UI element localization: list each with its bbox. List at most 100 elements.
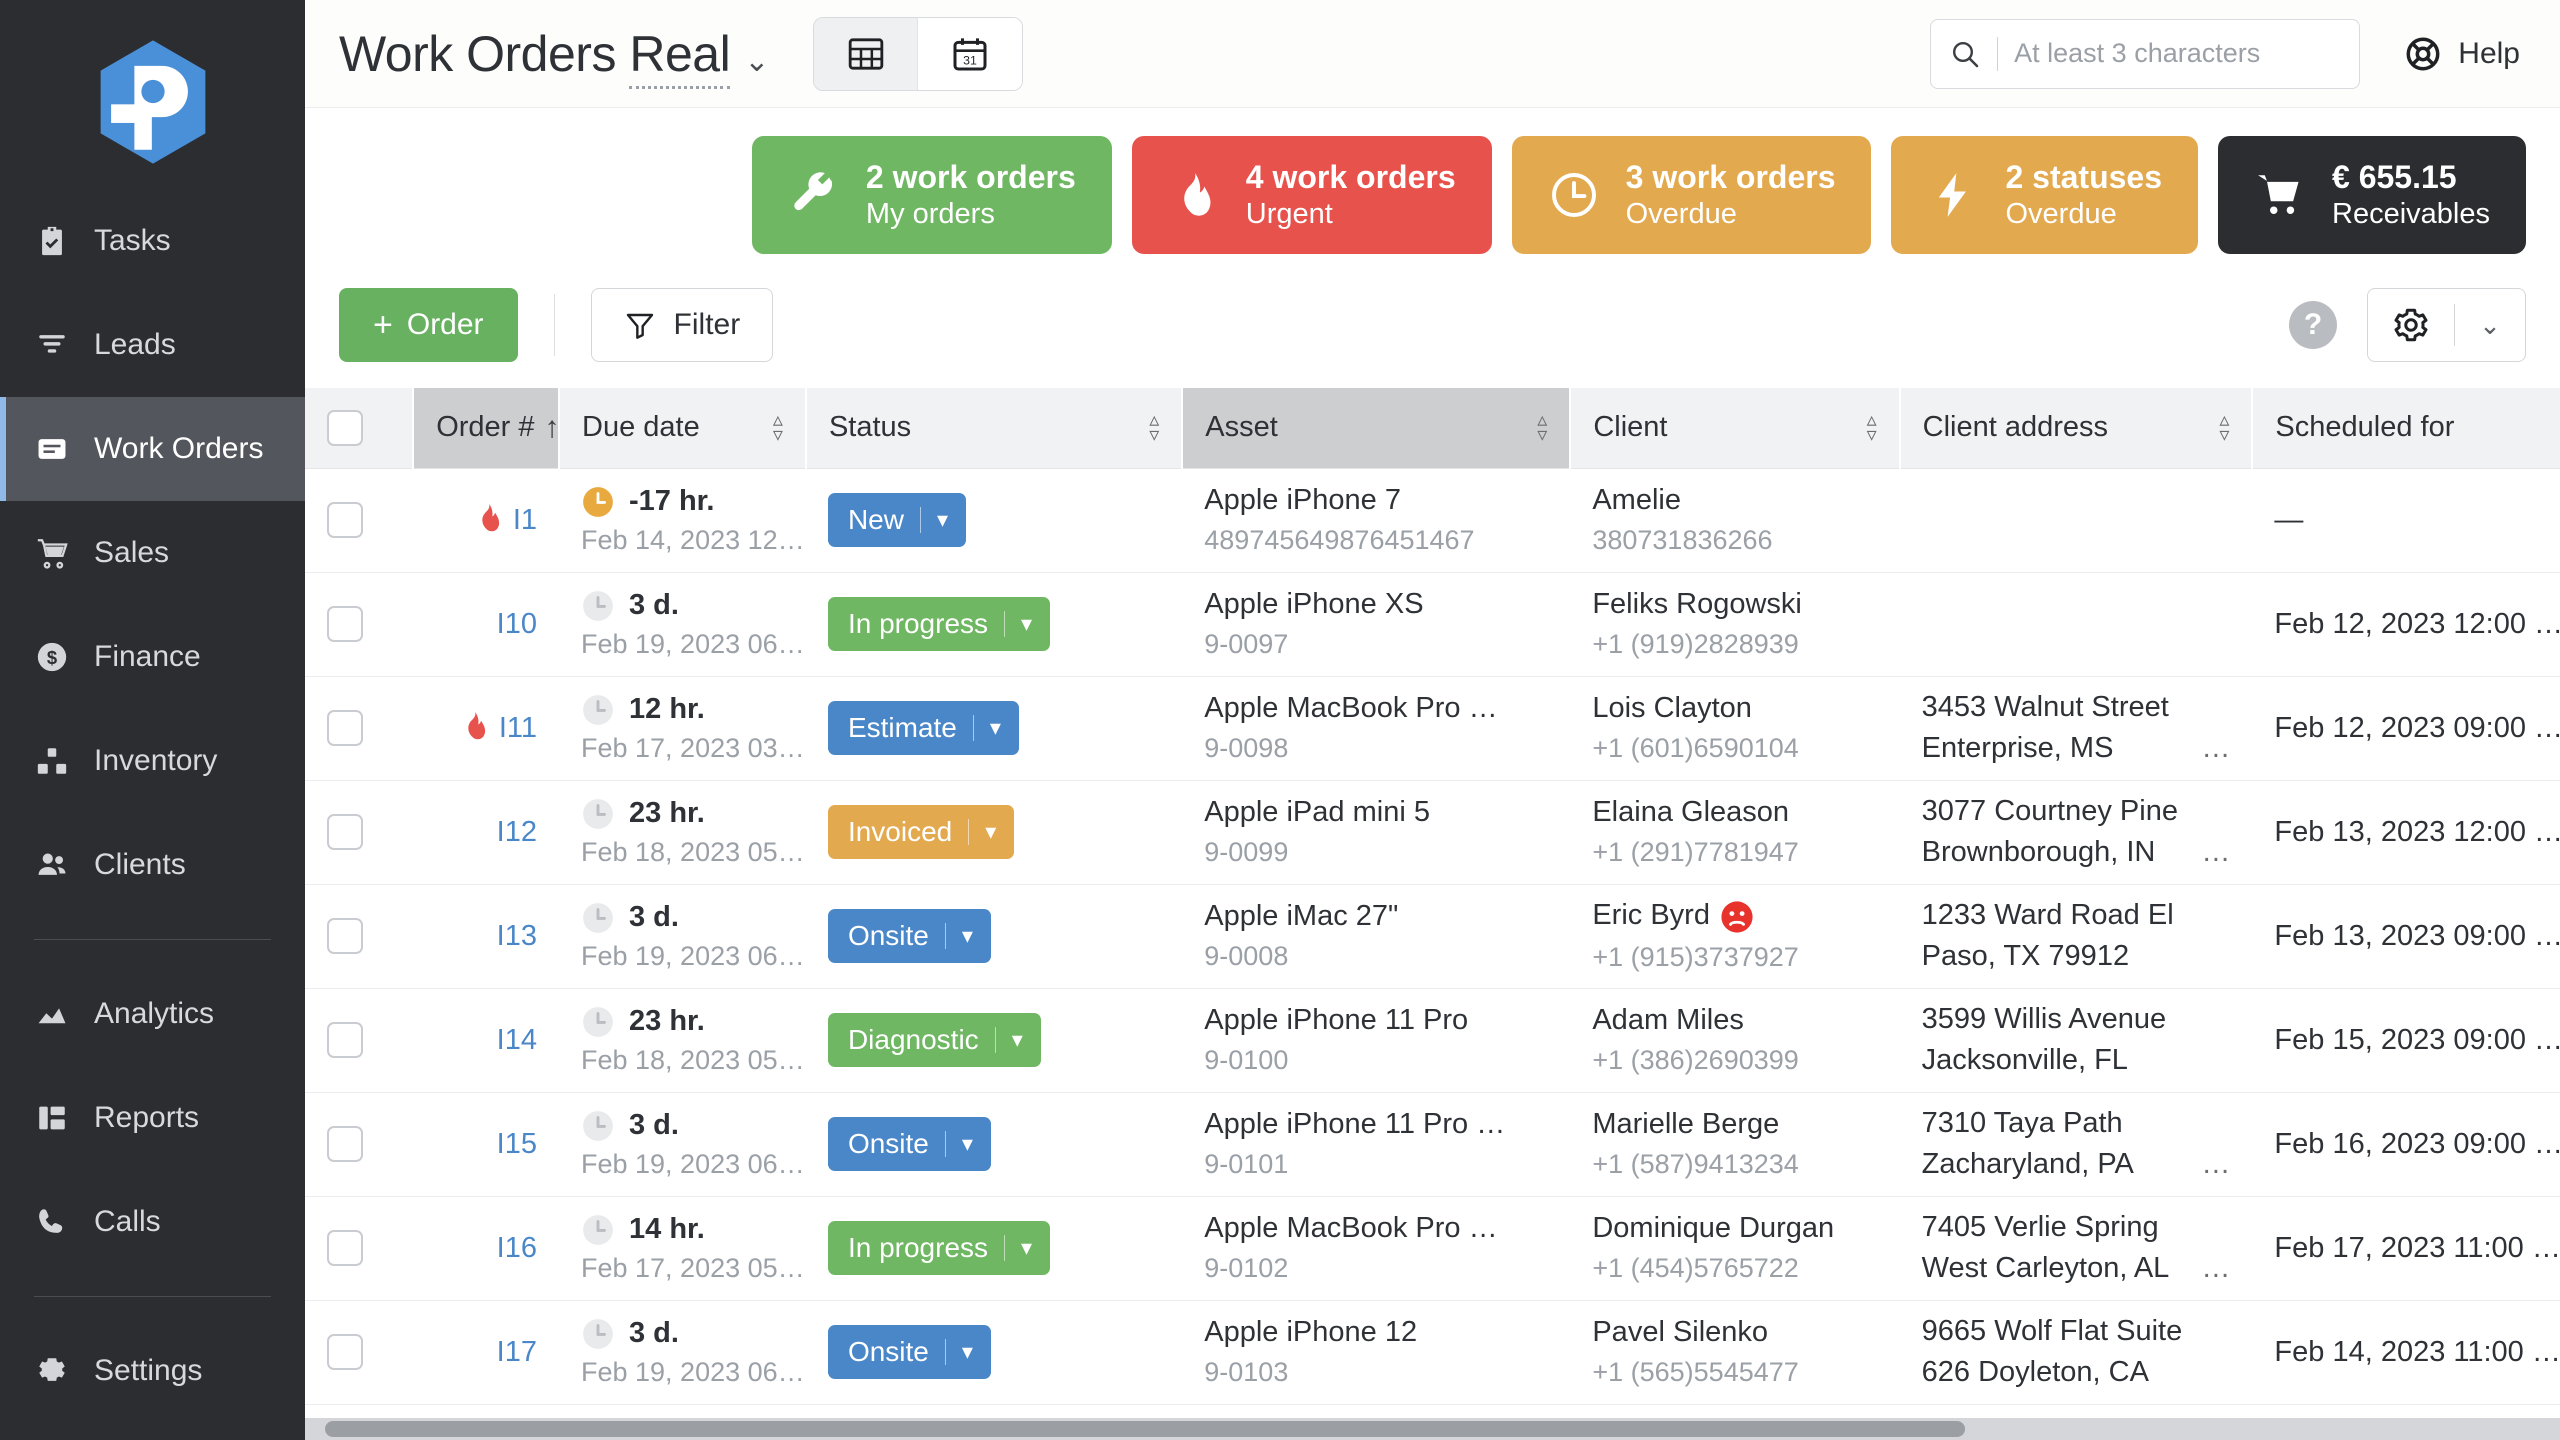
kpi-card-receivables[interactable]: € 655.15 Receivables <box>2218 136 2526 254</box>
column-header-scheduled-for[interactable]: Scheduled for▵▿ <box>2252 388 2560 469</box>
order-number-link[interactable]: I15 <box>497 1128 537 1161</box>
sidebar-item-sales[interactable]: Sales <box>0 501 305 605</box>
column-header-client-address[interactable]: Client address ▵ ▿ <box>1899 388 2254 469</box>
kpi-card-overdue-statuses[interactable]: 2 statuses Overdue <box>1891 136 2199 254</box>
row-checkbox-cell[interactable] <box>305 572 414 677</box>
table-row[interactable]: I10 3 d. Feb 19, 2023 06… In progress ▾ Apple… <box>305 572 2560 677</box>
status-badge[interactable]: In progress ▾ <box>827 597 1051 651</box>
order-number-link[interactable]: I1 <box>513 504 537 537</box>
add-order-button[interactable]: + Order <box>339 288 518 362</box>
chevron-down-icon[interactable]: ▾ <box>1012 1027 1041 1053</box>
view-calendar-button[interactable]: 31 <box>918 17 1023 90</box>
status-badge[interactable]: Estimate ▾ <box>827 701 1019 755</box>
chevron-down-icon[interactable]: ⌄ <box>744 46 769 77</box>
kpi-card-overdue-orders[interactable]: 3 work orders Overdue <box>1511 136 1872 254</box>
status-badge[interactable]: Onsite ▾ <box>827 1117 991 1171</box>
order-number-cell[interactable]: I14 <box>413 988 559 1093</box>
sidebar-item-calls[interactable]: Calls <box>0 1170 305 1274</box>
order-number-cell[interactable]: I1 <box>413 468 559 573</box>
row-checkbox-cell[interactable] <box>305 988 414 1093</box>
order-number-link[interactable]: I16 <box>497 1232 537 1265</box>
horizontal-scrollbar[interactable] <box>305 1418 2560 1440</box>
order-number-cell[interactable]: I16 <box>413 1196 559 1301</box>
view-table-button[interactable] <box>814 17 919 90</box>
status-cell[interactable]: Onsite ▾ <box>805 1092 1183 1197</box>
status-badge[interactable]: Invoiced ▾ <box>827 805 1015 859</box>
search-box[interactable] <box>1930 18 2361 89</box>
row-checkbox-cell[interactable] <box>305 468 414 573</box>
sidebar-item-settings[interactable]: Settings <box>0 1319 305 1423</box>
row-checkbox[interactable] <box>327 814 363 850</box>
status-cell[interactable]: In progress ▾ <box>805 572 1183 677</box>
table-row[interactable]: I17 3 d. Feb 19, 2023 06… Onsite ▾ Apple iPho… <box>305 1300 2560 1405</box>
row-checkbox-cell[interactable] <box>305 1300 414 1405</box>
table-row[interactable]: I16 14 hr. Feb 17, 2023 05… In progress ▾ App… <box>305 1196 2560 1301</box>
column-header-asset[interactable]: Asset ▵ ▿ <box>1182 388 1572 469</box>
filter-button[interactable]: Filter <box>590 288 774 362</box>
sidebar-item-work-orders[interactable]: Work Orders <box>0 397 305 501</box>
chevron-down-icon[interactable]: ▾ <box>962 923 991 949</box>
row-checkbox[interactable] <box>327 606 363 642</box>
order-number-cell[interactable]: I10 <box>413 572 559 677</box>
status-cell[interactable]: Invoiced ▾ <box>805 780 1183 885</box>
status-badge[interactable]: Onsite ▾ <box>827 909 991 963</box>
chevron-down-icon[interactable]: ▾ <box>990 715 1019 741</box>
app-logo[interactable] <box>0 14 305 189</box>
column-header-order[interactable]: Order # ↑ <box>413 388 560 469</box>
status-cell[interactable]: In progress ▾ <box>805 1196 1183 1301</box>
row-checkbox[interactable] <box>327 918 363 954</box>
status-cell[interactable]: New ▾ <box>805 468 1183 573</box>
order-number-link[interactable]: I11 <box>499 712 537 745</box>
scrollbar-thumb[interactable] <box>325 1421 1965 1437</box>
sidebar-item-clients[interactable]: Clients <box>0 813 305 917</box>
table-row[interactable]: I11 12 hr. Feb 17, 2023 03… Estimate ▾ Apple … <box>305 676 2560 781</box>
help-question-icon[interactable]: ? <box>2289 301 2337 349</box>
sidebar-item-leads[interactable]: Leads <box>0 293 305 397</box>
help-button[interactable]: Help <box>2404 35 2520 73</box>
status-badge[interactable]: New ▾ <box>827 493 967 547</box>
order-number-link[interactable]: I14 <box>497 1024 537 1057</box>
chevron-down-icon[interactable]: ⌄ <box>2455 310 2525 341</box>
status-badge[interactable]: Diagnostic ▾ <box>827 1013 1041 1067</box>
sidebar-item-inventory[interactable]: Inventory <box>0 709 305 813</box>
row-checkbox-cell[interactable] <box>305 1092 414 1197</box>
status-badge[interactable]: Onsite ▾ <box>827 1325 991 1379</box>
row-checkbox-cell[interactable] <box>305 780 414 885</box>
chevron-down-icon[interactable]: ▾ <box>962 1131 991 1157</box>
status-cell[interactable]: Onsite ▾ <box>805 884 1183 989</box>
column-header-status[interactable]: Status ▵ ▿ <box>805 388 1184 469</box>
column-header-checkbox[interactable] <box>305 388 415 469</box>
table-row[interactable]: I14 23 hr. Feb 18, 2023 05… Diagnostic ▾ Appl… <box>305 988 2560 1093</box>
status-cell[interactable]: Estimate ▾ <box>805 676 1183 781</box>
row-checkbox[interactable] <box>327 1022 363 1058</box>
order-number-link[interactable]: I13 <box>497 920 537 953</box>
column-header-client[interactable]: Client ▵ ▿ <box>1570 388 1901 469</box>
table-row[interactable]: I13 3 d. Feb 19, 2023 06… Onsite ▾ Apple iMac… <box>305 884 2560 989</box>
sidebar-item-reports[interactable]: Reports <box>0 1066 305 1170</box>
select-all-checkbox[interactable] <box>327 409 363 446</box>
table-row[interactable]: I15 3 d. Feb 19, 2023 06… Onsite ▾ Apple iPho… <box>305 1092 2560 1197</box>
sidebar-item-tasks[interactable]: Tasks <box>0 189 305 293</box>
order-number-cell[interactable]: I15 <box>413 1092 559 1197</box>
status-badge[interactable]: In progress ▾ <box>827 1221 1051 1275</box>
order-number-link[interactable]: I12 <box>497 816 537 849</box>
status-cell[interactable]: Onsite ▾ <box>805 1300 1183 1405</box>
chevron-down-icon[interactable]: ▾ <box>937 507 966 533</box>
sidebar-item-finance[interactable]: $ Finance <box>0 605 305 709</box>
row-checkbox[interactable] <box>327 1126 363 1162</box>
table-settings-button[interactable] <box>2368 306 2454 344</box>
kpi-card-my-orders[interactable]: 2 work orders My orders <box>751 136 1112 254</box>
row-checkbox-cell[interactable] <box>305 676 414 781</box>
table-row[interactable]: I12 23 hr. Feb 18, 2023 05… Invoiced ▾ Apple … <box>305 780 2560 885</box>
table-row[interactable]: I1 -17 hr. Feb 14, 2023 12… New ▾ Apple iPhon… <box>305 468 2560 573</box>
row-checkbox[interactable] <box>327 710 363 746</box>
view-name-label[interactable]: Real <box>629 25 731 89</box>
status-cell[interactable]: Diagnostic ▾ <box>805 988 1183 1093</box>
sidebar-item-analytics[interactable]: Analytics <box>0 962 305 1066</box>
row-checkbox[interactable] <box>327 1230 363 1266</box>
row-checkbox-cell[interactable] <box>305 1196 414 1301</box>
row-checkbox-cell[interactable] <box>305 884 414 989</box>
chevron-down-icon[interactable]: ▾ <box>1021 611 1050 637</box>
order-number-cell[interactable]: I11 <box>413 676 559 781</box>
order-number-cell[interactable]: I12 <box>413 780 559 885</box>
